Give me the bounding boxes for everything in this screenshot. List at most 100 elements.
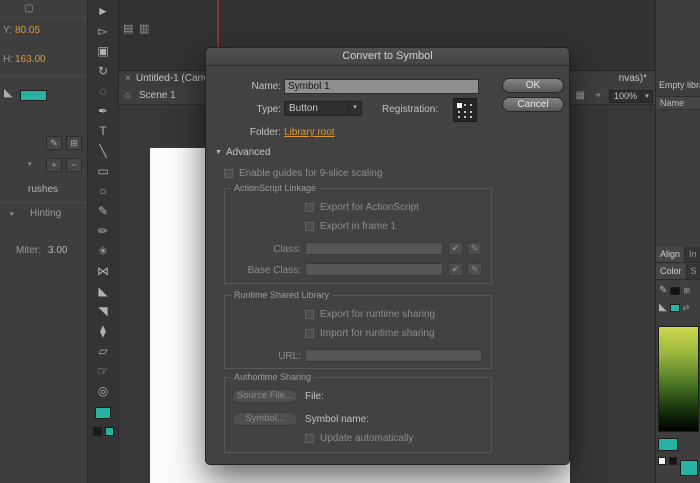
paint-bucket-tool[interactable]: ◣ (91, 281, 115, 301)
center-frame-icon[interactable]: ⌖ (595, 90, 601, 101)
eraser-tool[interactable]: ▱ (91, 341, 115, 361)
url-input[interactable] (305, 349, 482, 362)
symbol-button[interactable]: Symbol... (232, 412, 298, 426)
tab-info[interactable]: In (685, 247, 700, 262)
export-actionscript-checkbox[interactable] (305, 203, 314, 212)
3d-rotation-tool[interactable]: ↻ (91, 61, 115, 81)
hand-tool[interactable]: ☞ (91, 361, 115, 381)
tab-align[interactable]: Align (656, 247, 685, 262)
tab-swatches[interactable]: S (687, 264, 700, 279)
class-input[interactable] (305, 242, 443, 255)
close-icon[interactable]: × (125, 73, 131, 84)
tab-color[interactable]: Color (656, 264, 687, 279)
actionscript-linkage-title: ActionScript Linkage (231, 183, 319, 193)
brush-options-icon[interactable]: ⊞ (66, 136, 82, 150)
ink-bottle-tool[interactable]: ◥ (91, 301, 115, 321)
miter-value[interactable]: 3.00 (48, 245, 67, 256)
properties-panel: ▢ Y: 80.05 H: 163.00 ◣ ✎ ⊞ ▾ + − rushes … (0, 0, 88, 483)
deco-tool[interactable]: ✳ (91, 241, 115, 261)
fill-color-chip[interactable] (670, 304, 680, 312)
home-icon[interactable]: ⌂ (125, 90, 131, 101)
update-automatically-checkbox[interactable] (305, 434, 314, 443)
edit-base-class-button[interactable]: ✎ (467, 263, 482, 276)
line-tool[interactable]: ╲ (91, 141, 115, 161)
cancel-button[interactable]: Cancel (502, 97, 564, 112)
type-label: Type: (208, 104, 281, 115)
update-automatically-row: Update automatically (305, 433, 413, 444)
toolbar-fill-color-swatch[interactable] (95, 407, 111, 419)
edit-symbols-icon[interactable]: ▦ (576, 90, 585, 101)
color-picker-gradient[interactable] (658, 326, 699, 432)
chevron-down-icon: ▾ (348, 102, 361, 115)
selection-tool[interactable]: ► (91, 1, 115, 21)
zoom-tool[interactable]: ◎ (91, 381, 115, 401)
swatch-white[interactable] (658, 457, 666, 465)
tools-panel: ► ▻ ▣ ↻ ◌ ✒ T ╲ ▭ ○ ✎ ✏ ✳ ⋈ ◣ ◥ ⧫ ▱ ☞ ◎ (88, 0, 119, 483)
chevron-down-icon[interactable]: ▾ (28, 160, 32, 168)
brush-tool[interactable]: ✏ (91, 221, 115, 241)
hinting-collapse-icon[interactable]: ▾ (10, 210, 14, 218)
swatch-black[interactable] (669, 457, 677, 465)
pen-tool[interactable]: ✒ (91, 101, 115, 121)
remove-brush-icon[interactable]: − (66, 158, 82, 172)
folder-label: Folder: (208, 127, 281, 138)
miter-label: Miter: (16, 245, 41, 256)
scene-breadcrumb[interactable]: Scene 1 (139, 90, 176, 101)
free-transform-tool[interactable]: ▣ (91, 41, 115, 61)
advanced-label: Advanced (226, 147, 270, 158)
export-runtime-row: Export for runtime sharing (305, 309, 435, 320)
source-file-button[interactable]: Source File... (232, 389, 298, 403)
document-tab-title-fragment: nvas)* (619, 71, 647, 87)
paint-bucket-icon[interactable]: ◣ (4, 86, 12, 99)
oval-tool[interactable]: ○ (91, 181, 115, 201)
pencil-tool[interactable]: ✎ (91, 201, 115, 221)
timeline-playhead[interactable] (217, 0, 219, 47)
text-tool[interactable]: T (91, 121, 115, 141)
new-folder-icon[interactable]: ▥ (139, 22, 149, 35)
dialog-title[interactable]: Convert to Symbol (206, 48, 569, 66)
height-value[interactable]: 163.00 (15, 54, 46, 65)
rectangle-tool[interactable]: ▭ (91, 161, 115, 181)
symbol-name-label: Symbol name: (305, 414, 369, 425)
fill-color-swatch[interactable] (20, 90, 47, 101)
new-layer-icon[interactable]: ▤ (123, 22, 133, 35)
grid-icon[interactable]: ⊞ (683, 286, 690, 295)
y-position-value[interactable]: 80.05 (15, 25, 40, 36)
authortime-sharing-group: Authortime Sharing Source File... File: … (224, 377, 492, 453)
slice-guides-checkbox[interactable] (224, 169, 233, 178)
pencil-icon[interactable]: ✎ (659, 285, 667, 296)
document-tab-title: Untitled-1 (Canva (136, 73, 214, 84)
base-class-label: Base Class: (225, 265, 301, 276)
export-frame1-checkbox[interactable] (305, 222, 314, 231)
subselection-tool[interactable]: ▻ (91, 21, 115, 41)
symbol-name-input[interactable]: Symbol 1 (284, 79, 479, 94)
base-class-input[interactable] (305, 263, 443, 276)
runtime-shared-library-group: Runtime Shared Library Export for runtim… (224, 295, 492, 369)
swap-colors-icon[interactable]: ⇄ (683, 303, 690, 312)
brush-edit-icon[interactable]: ✎ (46, 136, 62, 150)
export-runtime-checkbox[interactable] (305, 310, 314, 319)
swatch-teal[interactable] (658, 438, 678, 451)
stroke-color-chip[interactable] (670, 287, 680, 295)
swatch-teal-large[interactable] (680, 460, 698, 476)
zoom-level-select[interactable]: 100% ▾ (609, 90, 653, 103)
lasso-tool[interactable]: ◌ (91, 81, 115, 101)
registration-grid[interactable] (453, 98, 477, 122)
bone-tool[interactable]: ⋈ (91, 261, 115, 281)
panel-options-icon[interactable]: ▢ (24, 3, 33, 14)
advanced-section-toggle[interactable]: ▼Advanced (215, 147, 270, 158)
registration-label: Registration: (382, 104, 438, 115)
ok-button[interactable]: OK (502, 78, 564, 93)
import-runtime-checkbox[interactable] (305, 329, 314, 338)
validate-class-button[interactable]: ✔ (448, 242, 463, 255)
fill-color-mini-swatch[interactable] (105, 427, 114, 436)
library-name-column-header[interactable]: Name (656, 96, 700, 110)
eyedropper-tool[interactable]: ⧫ (91, 321, 115, 341)
edit-class-button[interactable]: ✎ (467, 242, 482, 255)
stroke-color-swatch[interactable] (93, 427, 102, 436)
folder-link[interactable]: Library root (284, 127, 335, 138)
validate-base-class-button[interactable]: ✔ (448, 263, 463, 276)
add-brush-icon[interactable]: + (46, 158, 62, 172)
paint-bucket-icon[interactable]: ◣ (659, 302, 667, 313)
symbol-type-select[interactable]: Button ▾ (284, 101, 362, 116)
